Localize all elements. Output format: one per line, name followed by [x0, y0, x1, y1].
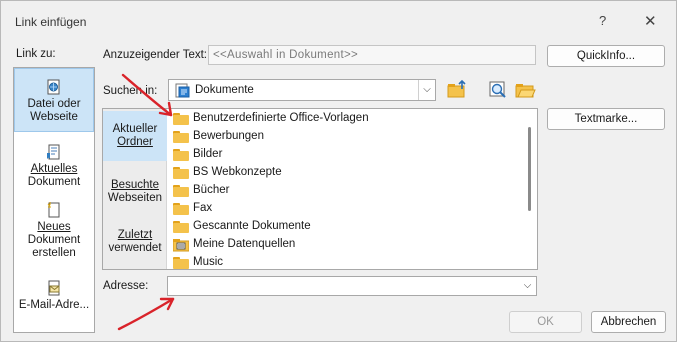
file-name: Fax — [193, 202, 213, 214]
file-list: Benutzerdefinierte Office-Vorlagen Bewer… — [169, 109, 519, 269]
location-browsed-pages[interactable]: Besuchte Webseiten — [103, 173, 167, 213]
link-to-item-line: E-Mail-Adre... — [18, 299, 90, 311]
file-name: Benutzerdefinierte Office-Vorlagen — [193, 112, 369, 124]
location-line: Aktueller — [112, 123, 158, 135]
link-to-item-line: Webseite — [30, 111, 78, 123]
file-name: Meine Datenquellen — [193, 238, 296, 250]
locations-bar: Aktueller Ordner Besuchte Webseiten Zule… — [103, 109, 167, 269]
dialog-title: Link einfügen — [15, 15, 87, 29]
list-item[interactable]: Gescannte Dokumente — [169, 218, 519, 236]
annotation-arrow — [121, 73, 173, 117]
link-to-label: Link zu: — [16, 48, 56, 60]
location-line: Besuchte — [111, 179, 159, 191]
list-item[interactable]: Music — [169, 254, 519, 269]
browse-file-button[interactable] — [514, 79, 536, 101]
list-item[interactable]: Bewerbungen — [169, 128, 519, 146]
folder-up-icon — [447, 79, 466, 98]
folder-icon — [173, 185, 189, 197]
location-recent-files[interactable]: Zuletzt verwendet — [103, 223, 167, 263]
link-to-file-or-webpage[interactable]: Datei oder Webseite — [14, 68, 94, 132]
list-item[interactable]: Fax — [169, 200, 519, 218]
browse-web-button[interactable] — [487, 79, 509, 101]
close-button[interactable]: ✕ — [644, 12, 657, 30]
folder-icon — [173, 257, 189, 269]
link-to-current-document[interactable]: Aktuelles Dokument — [14, 144, 94, 192]
file-name: Music — [193, 256, 224, 268]
location-line: Zuletzt — [117, 229, 153, 241]
link-to-item-line: Aktuelles — [30, 163, 78, 175]
email-document-icon — [45, 280, 63, 296]
folder-icon — [173, 131, 189, 143]
new-document-icon — [45, 202, 63, 218]
file-name: Bilder — [193, 148, 223, 160]
link-to-item-line: Dokument — [27, 176, 81, 188]
list-item[interactable]: Meine Datenquellen — [169, 236, 519, 254]
scrollbar-thumb[interactable] — [528, 127, 531, 211]
link-to-bar: Datei oder Webseite Aktuelles Dokument N… — [13, 67, 95, 333]
folder-icon — [173, 167, 189, 179]
list-item[interactable]: Bilder — [169, 146, 519, 164]
location-line: verwendet — [108, 242, 162, 254]
annotation-arrow — [117, 297, 175, 331]
folder-icon — [173, 221, 189, 233]
browse-web-icon — [489, 81, 506, 98]
folder-icon — [173, 149, 189, 161]
address-label: Adresse: — [103, 280, 149, 292]
list-item[interactable]: Bücher — [169, 182, 519, 200]
open-folder-icon — [515, 84, 536, 98]
list-item[interactable]: Benutzerdefinierte Office-Vorlagen — [169, 110, 519, 128]
help-button[interactable]: ? — [599, 13, 606, 28]
display-text-label: Anzuzeigender Text: — [103, 49, 207, 61]
file-browser: Aktueller Ordner Besuchte Webseiten Zule… — [102, 108, 538, 270]
link-to-item-line: Dokument — [27, 234, 81, 246]
link-to-email-address[interactable]: E-Mail-Adre... — [14, 280, 94, 320]
link-to-item-line: Datei oder — [27, 98, 81, 110]
display-text-field[interactable]: <<Auswahl in Dokument>> — [208, 45, 536, 65]
file-name: BS Webkonzepte — [193, 166, 282, 178]
file-name: Bewerbungen — [193, 130, 264, 142]
file-name: Bücher — [193, 184, 230, 196]
address-combo[interactable]: ⌵ — [167, 276, 537, 296]
up-one-folder-button[interactable] — [446, 79, 468, 101]
link-to-item-line: erstellen — [32, 247, 76, 259]
look-in-combo[interactable]: Dokumente ⌵ — [168, 79, 436, 101]
data-source-folder-icon — [172, 238, 190, 255]
bookmark-button[interactable]: Textmarke... — [547, 108, 665, 130]
cancel-button[interactable]: Abbrechen — [591, 311, 666, 333]
location-line: Webseiten — [107, 192, 163, 204]
link-to-new-document[interactable]: Neues Dokument erstellen — [14, 202, 94, 262]
list-item[interactable]: BS Webkonzepte — [169, 164, 519, 182]
insert-link-dialog: Link einfügen ? ✕ Link zu: Datei oder We… — [0, 0, 677, 342]
link-to-item-line: Neues — [37, 221, 71, 233]
folder-icon — [173, 203, 189, 215]
title-bar: Link einfügen ? ✕ — [1, 1, 676, 41]
quickinfo-button[interactable]: QuickInfo... — [547, 45, 665, 67]
document-bookmark-icon — [45, 144, 63, 160]
globe-document-icon — [45, 79, 63, 95]
chevron-down-icon[interactable]: ⌵ — [519, 277, 536, 295]
chevron-down-icon[interactable]: ⌵ — [418, 80, 435, 100]
address-input[interactable] — [168, 277, 518, 295]
ok-button[interactable]: OK — [509, 311, 582, 333]
file-name: Gescannte Dokumente — [193, 220, 311, 232]
look-in-value: Dokumente — [195, 84, 254, 96]
location-line: Ordner — [117, 136, 153, 148]
